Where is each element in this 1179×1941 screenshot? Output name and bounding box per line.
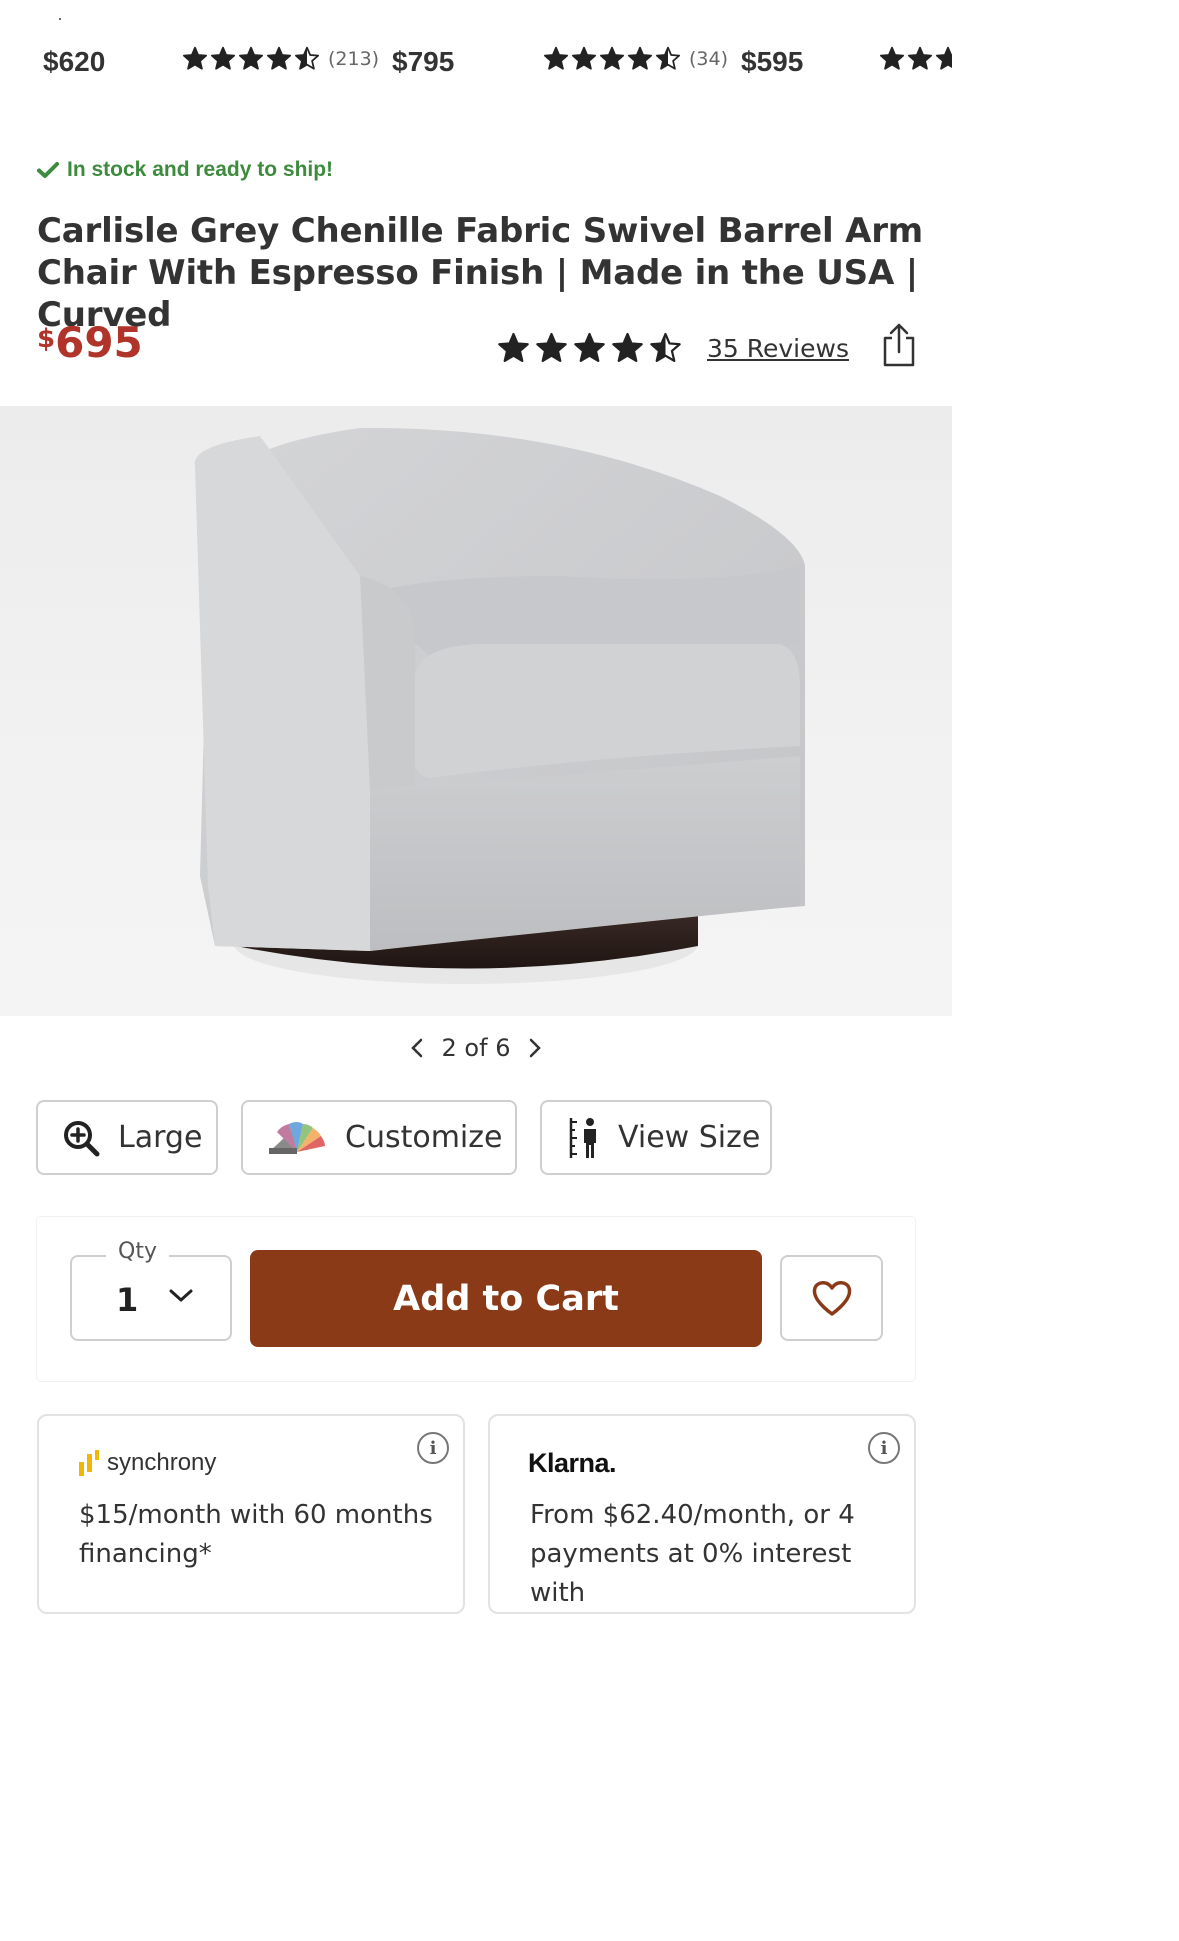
share-icon — [883, 323, 915, 367]
related-rating: (213) — [182, 46, 379, 72]
star-icon — [612, 332, 643, 362]
view-size-label: View Size — [618, 1120, 761, 1155]
klarna-financing-card[interactable]: Klarna. i From $62.40/month, or 4 paymen… — [488, 1414, 916, 1614]
info-icon[interactable]: i — [417, 1432, 449, 1464]
customize-button[interactable]: Customize — [241, 1100, 517, 1175]
rating-stars — [879, 46, 952, 72]
stock-status-text: In stock and ready to ship! — [67, 158, 334, 181]
star-icon — [879, 46, 905, 70]
klarna-brand: Klarna. — [528, 1448, 617, 1478]
star-icon — [627, 46, 653, 70]
synchrony-offer-text: $15/month with 60 months financing* — [79, 1500, 433, 1569]
ruler-person-icon — [569, 1117, 596, 1158]
checkmark-icon — [37, 162, 59, 178]
wishlist-button[interactable] — [780, 1255, 883, 1341]
previous-image-button[interactable] — [402, 1030, 432, 1066]
add-to-cart-button[interactable]: Add to Cart — [250, 1250, 762, 1347]
large-view-button[interactable]: Large — [36, 1100, 218, 1175]
price-currency: $ — [37, 324, 56, 354]
star-icon — [650, 332, 681, 362]
related-price: $595 — [741, 46, 804, 77]
view-size-button[interactable]: View Size — [540, 1100, 772, 1175]
product-price: $695 — [37, 318, 143, 367]
related-item[interactable]: $795 — [392, 46, 454, 78]
star-icon — [655, 46, 681, 70]
related-item[interactable]: $620 — [43, 46, 105, 78]
star-icon — [536, 332, 567, 362]
chevron-right-icon — [530, 1038, 542, 1058]
related-rating — [879, 46, 952, 72]
large-view-label: Large — [118, 1120, 203, 1155]
quantity-value: 1 — [116, 1281, 139, 1319]
chevron-left-icon — [410, 1038, 422, 1058]
product-image[interactable] — [0, 406, 952, 1016]
klarna-offer-text: From $62.40/month, or 4 payments at 0% i… — [530, 1500, 855, 1608]
heart-icon — [812, 1281, 851, 1316]
zoom-in-icon — [64, 1120, 100, 1156]
customize-label: Customize — [345, 1120, 503, 1155]
scroll-dot — [59, 18, 61, 20]
review-count: (213) — [328, 48, 380, 70]
product-rating: 35 Reviews — [497, 332, 849, 365]
info-icon[interactable]: i — [868, 1432, 900, 1464]
quantity-select[interactable]: Qty 1 — [70, 1239, 232, 1341]
synchrony-brand: synchrony — [107, 1449, 217, 1476]
share-button[interactable] — [880, 322, 918, 368]
related-price: $620 — [43, 46, 106, 77]
gallery-pager: 2 of 6 — [0, 1030, 952, 1066]
star-icon — [498, 332, 529, 362]
star-icon — [574, 332, 605, 362]
star-icon — [599, 46, 625, 70]
gallery-counter: 2 of 6 — [441, 1034, 511, 1062]
product-title: Carlisle Grey Chenille Fabric Swivel Bar… — [37, 211, 924, 335]
quantity-label: Qty — [106, 1239, 169, 1264]
star-icon — [571, 46, 597, 70]
synchrony-bars-icon — [79, 1450, 99, 1476]
related-item[interactable]: $595 — [741, 46, 803, 78]
related-rating: (34) — [543, 46, 728, 72]
star-icon — [907, 46, 933, 70]
star-icon — [210, 46, 236, 70]
related-price: $795 — [392, 46, 455, 77]
related-products-strip: $620 (213) $795 (34) $595 — [0, 0, 952, 110]
color-swatch-icon — [269, 1121, 325, 1154]
add-to-cart-panel: Qty 1 Add to Cart — [37, 1217, 915, 1381]
next-image-button[interactable] — [520, 1030, 550, 1066]
rating-stars — [543, 46, 683, 72]
price-amount: 695 — [55, 318, 143, 367]
star-icon — [238, 46, 264, 70]
review-count: (34) — [689, 48, 729, 70]
stock-status: In stock and ready to ship! — [37, 158, 333, 182]
star-icon — [294, 46, 320, 70]
chair-image — [194, 427, 805, 984]
rating-stars — [182, 46, 322, 72]
chevron-down-icon — [169, 1289, 193, 1302]
synchrony-financing-card[interactable]: synchrony i $15/month with 60 months fin… — [37, 1414, 465, 1614]
synchrony-logo: synchrony — [77, 1448, 216, 1478]
reviews-link[interactable]: 35 Reviews — [707, 334, 849, 363]
star-icon — [935, 46, 952, 70]
star-icon — [543, 46, 569, 70]
rating-stars — [497, 332, 687, 365]
star-icon — [266, 46, 292, 70]
star-icon — [182, 46, 208, 70]
klarna-logo: Klarna. — [528, 1448, 617, 1479]
